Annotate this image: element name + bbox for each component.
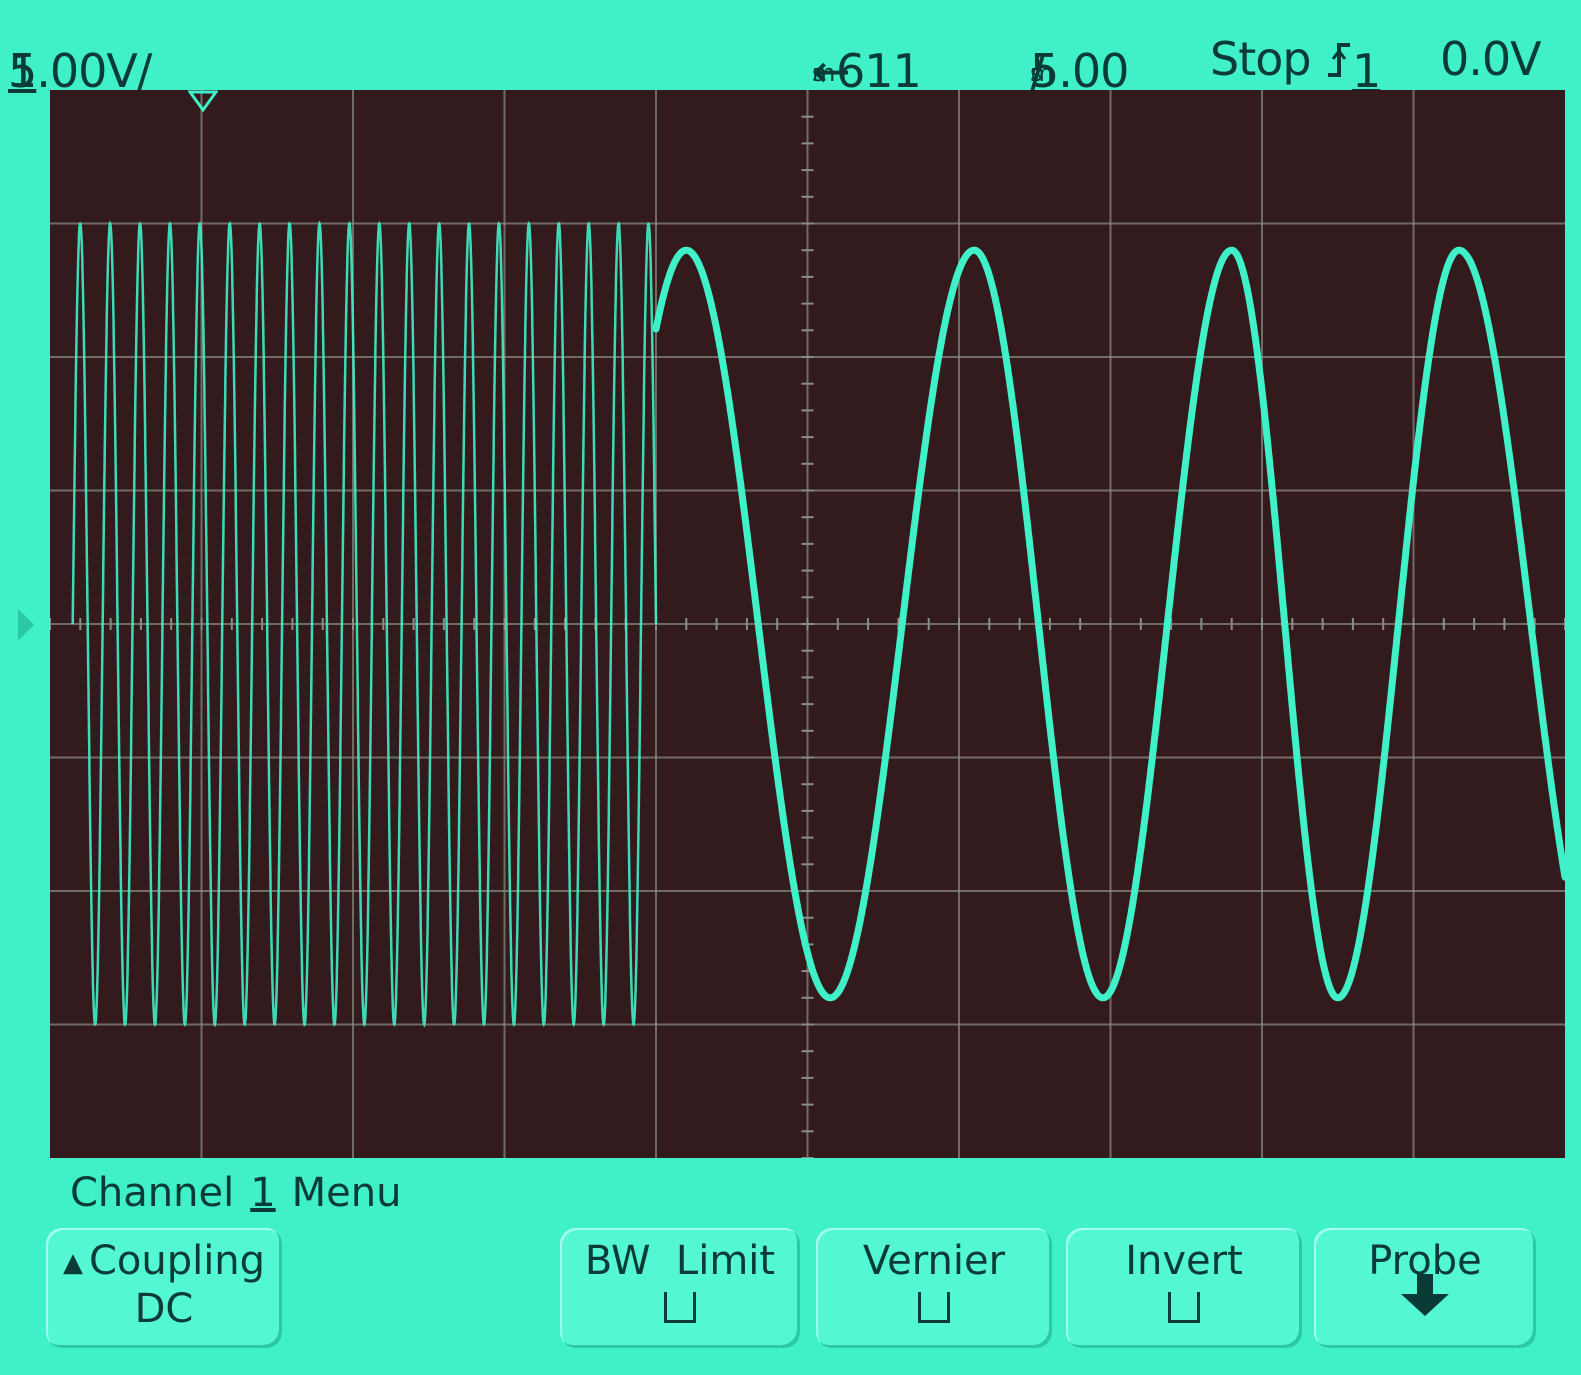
- run-state[interactable]: Stop: [1210, 32, 1312, 86]
- waveform-plot: [50, 90, 1565, 1158]
- coupling-value: DC: [134, 1286, 194, 1332]
- trigger-level: 0.0V: [1440, 32, 1542, 86]
- bw-limit-softkey[interactable]: BW Limit: [560, 1228, 800, 1348]
- rising-edge-icon: [1328, 43, 1350, 77]
- ground-level-marker-icon: [18, 609, 34, 641]
- trigger-readout[interactable]: 1: [1326, 32, 1381, 98]
- bw-limit-checkbox-icon: [664, 1292, 696, 1323]
- probe-softkey[interactable]: Probe: [1314, 1228, 1536, 1348]
- coupling-softkey[interactable]: ▲ Coupling DC: [46, 1228, 282, 1348]
- menu-title: Channel 1 Menu: [70, 1170, 402, 1216]
- waveform-display[interactable]: [18, 90, 1565, 1158]
- status-bar: 1 5.00V/ ← 611 m s 5.00 m s / Stop 1 0.0V: [8, 32, 1542, 98]
- invert-checkbox-icon: [1168, 1292, 1200, 1323]
- trigger-position-marker-icon: [188, 90, 218, 113]
- vernier-checkbox-icon: [918, 1292, 950, 1323]
- invert-softkey[interactable]: Invert: [1066, 1228, 1302, 1348]
- arrow-down-icon: [1401, 1274, 1449, 1316]
- vernier-softkey[interactable]: Vernier: [816, 1228, 1052, 1348]
- triangle-up-icon: ▲: [62, 1248, 83, 1278]
